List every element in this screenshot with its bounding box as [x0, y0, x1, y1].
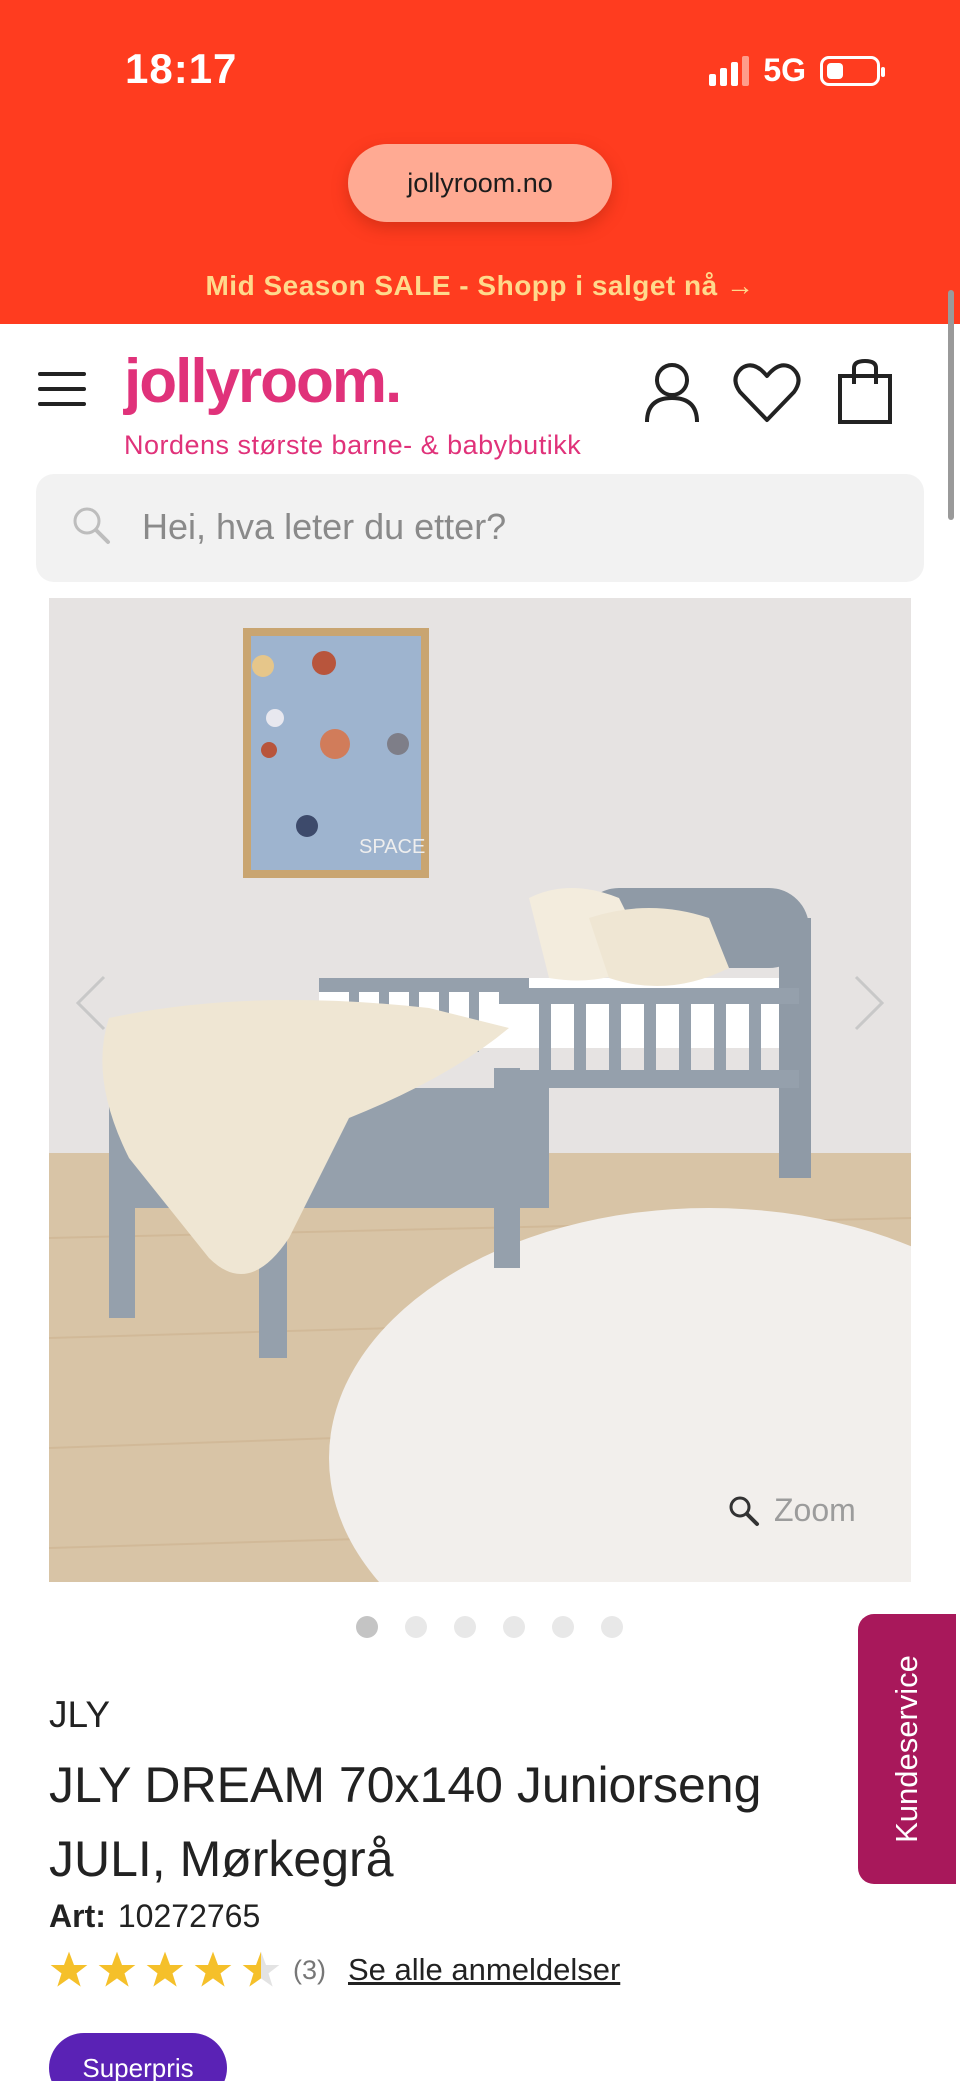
cart-icon[interactable]	[836, 358, 894, 426]
product-brand[interactable]: JLY	[49, 1694, 110, 1736]
pagination-dot[interactable]	[454, 1616, 476, 1638]
customer-service-label: Kundeservice	[889, 1655, 924, 1843]
half-star-icon	[242, 1951, 280, 1987]
prev-image-arrow-icon[interactable]	[74, 975, 108, 1031]
product-image[interactable]: SPACE	[49, 598, 911, 1582]
zoom-label: Zoom	[774, 1492, 856, 1528]
tagline: Nordens største barne- & babybutikk	[124, 430, 582, 460]
customer-service-tab[interactable]: Kundeservice	[858, 1614, 956, 1884]
star-icon	[50, 1951, 88, 1987]
product-rating: (3) Se alle anmeldelser	[49, 1950, 620, 1990]
rating-stars	[49, 1950, 281, 1990]
zoom-button[interactable]: Zoom	[728, 1492, 856, 1529]
pagination-dot[interactable]	[552, 1616, 574, 1638]
site-header: jollyroom. Nordens største barne- & baby…	[0, 324, 960, 474]
image-pagination	[356, 1616, 623, 1638]
article-label: Art:	[49, 1898, 106, 1934]
pagination-dot[interactable]	[601, 1616, 623, 1638]
search-icon	[73, 507, 110, 544]
next-image-arrow-icon[interactable]	[852, 975, 886, 1031]
menu-icon[interactable]	[38, 372, 86, 406]
page-scrollbar[interactable]	[948, 290, 954, 520]
product-title: JLY DREAM 70x140 Juniorseng JULI, Mørkeg…	[49, 1757, 762, 1887]
battery-icon	[820, 55, 885, 86]
pagination-dot[interactable]	[356, 1616, 378, 1638]
pagination-dot[interactable]	[405, 1616, 427, 1638]
review-count: (3)	[293, 1954, 326, 1985]
star-icon	[194, 1951, 232, 1987]
logo[interactable]: jollyroom.	[124, 346, 402, 417]
heart-icon[interactable]	[732, 362, 802, 424]
status-indicators: 5G	[709, 52, 885, 89]
signal-icon	[709, 55, 750, 86]
article-number: Art: 10272765	[49, 1898, 260, 1935]
star-icon	[98, 1951, 136, 1987]
status-time: 18:17	[125, 45, 238, 92]
poster-text: SPACE	[359, 836, 425, 858]
account-icon[interactable]	[642, 360, 702, 424]
url-bar[interactable]: jollyroom.no	[348, 144, 612, 222]
promo-banner[interactable]: Mid Season SALE - Shopp i salget nå →	[0, 270, 960, 302]
see-all-reviews-link[interactable]: Se alle anmeldelser	[348, 1952, 620, 1988]
superpris-badge: Superpris	[49, 2033, 227, 2081]
star-icon	[146, 1951, 184, 1987]
network-label: 5G	[763, 52, 806, 88]
article-value: 10272765	[117, 1898, 261, 1934]
pagination-dot[interactable]	[503, 1616, 525, 1638]
bed-illustration: SPACE	[49, 598, 911, 1582]
zoom-icon	[729, 1496, 759, 1526]
search-placeholder: Hei, hva leter du etter?	[142, 506, 507, 547]
search-input[interactable]: Hei, hva leter du etter?	[36, 474, 924, 582]
